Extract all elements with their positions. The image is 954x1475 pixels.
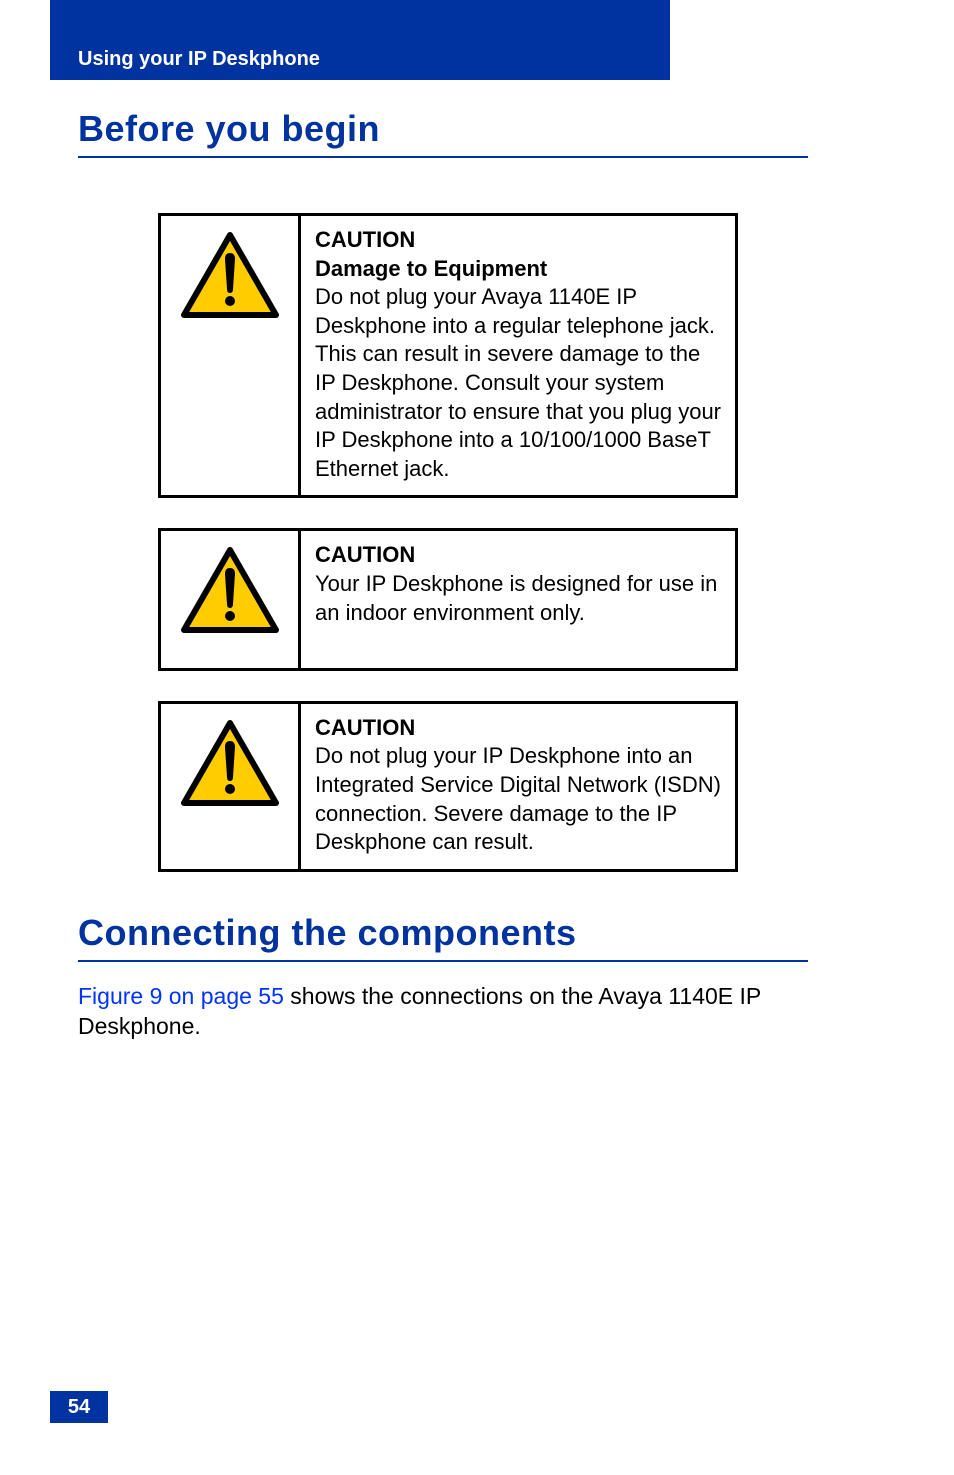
heading-text: Connecting the components [78,912,808,954]
warning-icon [180,719,280,809]
caution-subtitle: Damage to Equipment [315,255,723,284]
caution-title: CAUTION [315,226,723,255]
warning-icon [180,546,280,636]
caution-title: CAUTION [315,541,723,570]
caution-text-cell: CAUTION Do not plug your IP Deskphone in… [301,704,735,869]
heading-underline [78,960,808,962]
body-paragraph: Figure 9 on page 55 shows the connection… [78,982,808,1042]
caution-box-1: CAUTION Damage to Equipment Do not plug … [158,213,738,498]
caution-icon-cell [161,531,301,667]
caution-title: CAUTION [315,714,723,743]
heading-connecting-components: Connecting the components [78,912,808,962]
page-content: Before you begin CAUTION Damage to Equip… [78,108,808,1041]
warning-icon [180,231,280,321]
heading-before-you-begin: Before you begin [78,108,808,158]
caution-box-2: CAUTION Your IP Deskphone is designed fo… [158,528,738,670]
figure-reference-link[interactable]: Figure 9 on page 55 [78,983,284,1009]
caution-body: Your IP Deskphone is designed for use in… [315,570,723,627]
caution-icon-cell [161,216,301,495]
caution-text-cell: CAUTION Your IP Deskphone is designed fo… [301,531,735,667]
heading-text: Before you begin [78,108,808,150]
caution-icon-cell [161,704,301,869]
caution-body: Do not plug your Avaya 1140E IP Deskphon… [315,283,723,483]
caution-text-cell: CAUTION Damage to Equipment Do not plug … [301,216,735,495]
page-number: 54 [50,1391,108,1423]
caution-box-3: CAUTION Do not plug your IP Deskphone in… [158,701,738,872]
caution-body: Do not plug your IP Deskphone into an In… [315,742,723,856]
section-header: Using your IP Deskphone [78,48,320,71]
